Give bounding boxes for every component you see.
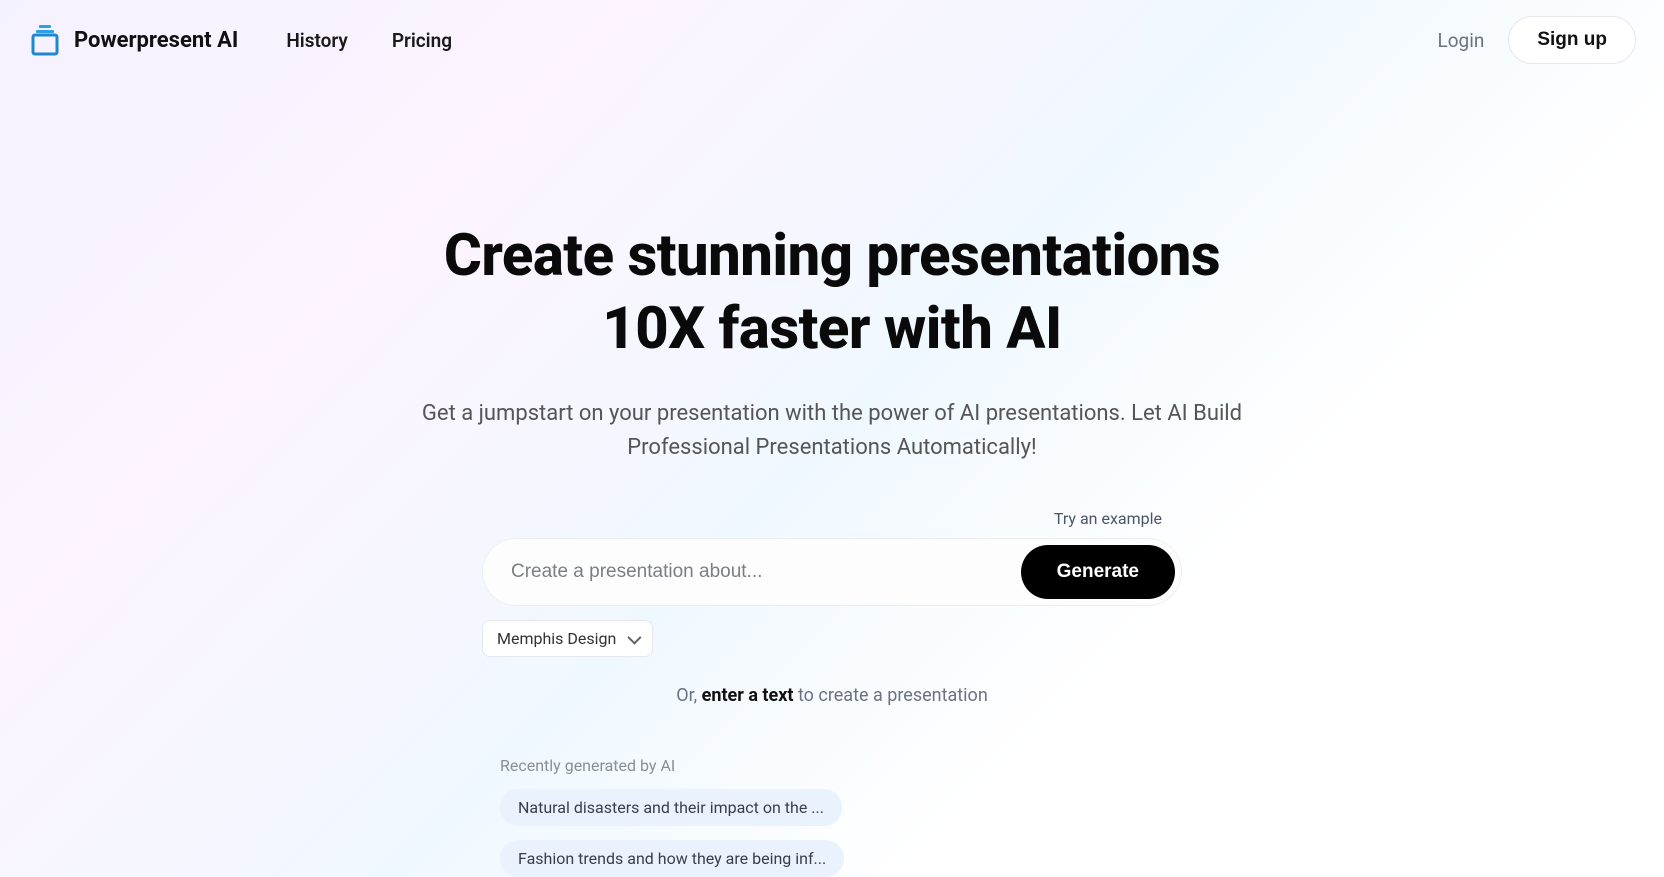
prompt-input-bar: Generate (482, 538, 1182, 606)
signup-button[interactable]: Sign up (1508, 16, 1636, 64)
headline-line2: 10X faster with AI (602, 295, 1061, 363)
recent-chips: Natural disasters and their impact on th… (500, 789, 1182, 877)
login-link[interactable]: Login (1437, 29, 1484, 52)
or-prefix: Or, (676, 685, 701, 706)
header-right: Login Sign up (1437, 16, 1636, 64)
logo-group[interactable]: Powerpresent AI (28, 23, 238, 57)
headline-line1: Create stunning presentations (444, 222, 1220, 290)
or-line: Or, enter a text to create a presentatio… (482, 685, 1182, 706)
nav-history[interactable]: History (286, 29, 348, 52)
prompt-form: Try an example Generate Memphis Design O… (482, 509, 1182, 706)
recent-section: Recently generated by AI Natural disaste… (482, 756, 1182, 877)
style-select[interactable]: Memphis Design (482, 620, 653, 657)
hero: Create stunning presentations 10X faster… (282, 80, 1382, 877)
logo-icon (28, 23, 62, 57)
recent-chip[interactable]: Natural disasters and their impact on th… (500, 789, 842, 826)
or-suffix: to create a presentation (794, 685, 988, 706)
generate-button[interactable]: Generate (1021, 545, 1175, 599)
subheadline: Get a jumpstart on your presentation wit… (392, 397, 1272, 465)
recent-label: Recently generated by AI (500, 756, 1182, 775)
style-selected-label: Memphis Design (497, 629, 616, 648)
chevron-down-icon (628, 630, 642, 644)
recent-chip[interactable]: Fashion trends and how they are being in… (500, 840, 844, 877)
header: Powerpresent AI History Pricing Login Si… (0, 0, 1664, 80)
nav: History Pricing (286, 29, 452, 52)
try-example-link[interactable]: Try an example (482, 509, 1182, 528)
nav-pricing[interactable]: Pricing (392, 29, 452, 52)
headline: Create stunning presentations 10X faster… (282, 220, 1382, 365)
prompt-input[interactable] (511, 547, 1009, 597)
enter-text-link[interactable]: enter a text (702, 685, 794, 706)
brand-name: Powerpresent AI (74, 28, 238, 53)
